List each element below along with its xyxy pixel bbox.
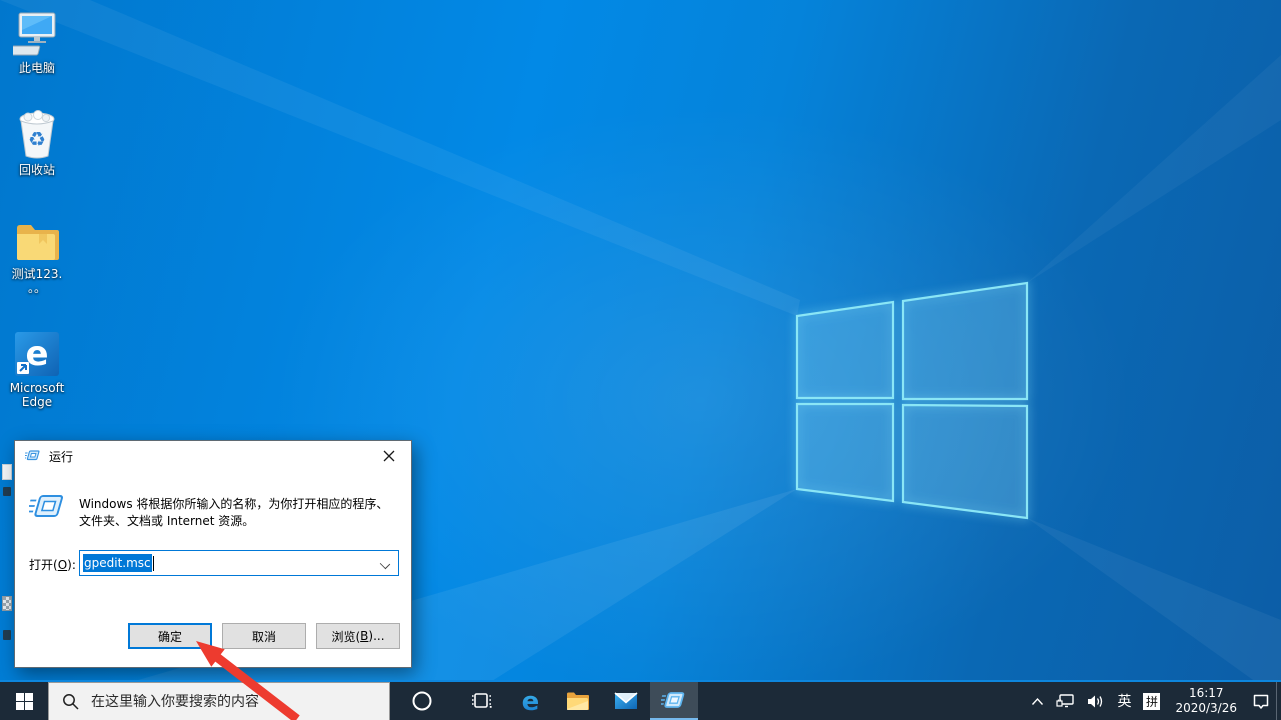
run-command-input[interactable]: gpedit.msc bbox=[79, 550, 399, 576]
task-view-button[interactable] bbox=[458, 682, 506, 720]
file-explorer-icon bbox=[565, 688, 591, 714]
open-label: 打开(O): bbox=[29, 556, 76, 573]
dialog-title: 运行 bbox=[49, 448, 73, 465]
this-pc-icon bbox=[0, 10, 74, 58]
folder-icon bbox=[0, 220, 74, 264]
input-selected-text: gpedit.msc bbox=[83, 554, 152, 572]
clock-time: 16:17 bbox=[1189, 686, 1224, 701]
desktop-icon-label: 此电脑 bbox=[0, 61, 74, 75]
edge-shortcut-icon: e bbox=[0, 330, 74, 378]
windows-desktop: 此电脑 ♻ 回收站 测试123. 。。 bbox=[0, 0, 1281, 720]
cortana-button[interactable] bbox=[398, 682, 446, 720]
taskbar-file-explorer-button[interactable] bbox=[554, 682, 602, 720]
desktop-icon-label: Microsoft bbox=[0, 381, 74, 395]
svg-text:♻: ♻ bbox=[28, 127, 46, 151]
ime-mode-indicator[interactable]: 拼 bbox=[1137, 682, 1166, 720]
close-icon[interactable] bbox=[366, 441, 411, 470]
taskbar-run-app-button-active[interactable] bbox=[650, 682, 698, 720]
hidden-desktop-icon-fragment bbox=[2, 596, 12, 611]
cancel-button[interactable]: 取消 bbox=[222, 623, 306, 649]
tray-volume-icon[interactable] bbox=[1081, 682, 1111, 720]
ime-language-indicator[interactable]: 英 bbox=[1111, 682, 1137, 720]
chevron-down-icon[interactable] bbox=[380, 559, 390, 569]
edge-icon: e bbox=[517, 688, 544, 715]
hidden-desktop-icon-fragment bbox=[2, 464, 12, 480]
tray-network-icon[interactable] bbox=[1050, 682, 1081, 720]
desktop-icon-label-line2: 。。 bbox=[0, 281, 74, 295]
dialog-description-line2: 文件夹、文档或 Internet 资源。 bbox=[79, 513, 399, 530]
run-window-icon bbox=[25, 448, 41, 464]
start-button[interactable] bbox=[0, 682, 48, 720]
ok-button[interactable]: 确定 bbox=[128, 623, 212, 649]
browse-button[interactable]: 浏览(B)... bbox=[316, 623, 400, 649]
run-dialog-icon bbox=[29, 491, 67, 527]
taskbar-search-box[interactable] bbox=[48, 682, 390, 720]
desktop-icon-label: 回收站 bbox=[0, 163, 74, 177]
desktop-icon-microsoft-edge[interactable]: e Microsoft Edge bbox=[0, 330, 74, 409]
system-tray: 英 拼 16:17 2020/3/26 bbox=[1025, 682, 1281, 720]
run-dialog: 运行 Windows 将根据你所输入的名称，为你打开相应的程序、 文件夹、文档或… bbox=[14, 440, 412, 668]
mail-icon bbox=[613, 688, 639, 714]
windows-logo-icon bbox=[16, 693, 33, 710]
show-desktop-button[interactable] bbox=[1276, 682, 1281, 720]
desktop-icon-this-pc[interactable]: 此电脑 bbox=[0, 10, 74, 75]
action-center-icon[interactable] bbox=[1246, 682, 1276, 720]
hidden-desktop-label-fragment bbox=[3, 487, 11, 496]
dialog-description: Windows 将根据你所输入的名称，为你打开相应的程序、 文件夹、文档或 In… bbox=[79, 496, 399, 530]
cortana-icon bbox=[411, 690, 433, 712]
text-caret bbox=[153, 556, 154, 571]
taskbar-mail-button[interactable] bbox=[602, 682, 650, 720]
desktop-icon-label-line2: Edge bbox=[0, 395, 74, 409]
run-window-icon bbox=[661, 689, 687, 714]
task-view-icon bbox=[470, 689, 494, 713]
tray-chevron-up-icon[interactable] bbox=[1025, 682, 1050, 720]
desktop-icon-label: 测试123. bbox=[0, 267, 74, 281]
run-dialog-titlebar[interactable]: 运行 bbox=[15, 441, 411, 471]
search-input[interactable] bbox=[91, 694, 361, 710]
taskbar-edge-button[interactable]: e bbox=[506, 682, 554, 720]
clock-date: 2020/3/26 bbox=[1175, 701, 1237, 716]
hidden-desktop-label-fragment bbox=[3, 630, 11, 640]
desktop-icon-test-folder[interactable]: 测试123. 。。 bbox=[0, 220, 74, 295]
desktop-icon-recycle-bin[interactable]: ♻ 回收站 bbox=[0, 110, 74, 177]
recycle-bin-icon: ♻ bbox=[0, 110, 74, 160]
svg-text:e: e bbox=[521, 688, 539, 715]
search-icon bbox=[62, 693, 79, 710]
taskbar-clock[interactable]: 16:17 2020/3/26 bbox=[1166, 682, 1246, 720]
dialog-description-line1: Windows 将根据你所输入的名称，为你打开相应的程序、 bbox=[79, 496, 399, 513]
taskbar: e bbox=[0, 680, 1281, 720]
